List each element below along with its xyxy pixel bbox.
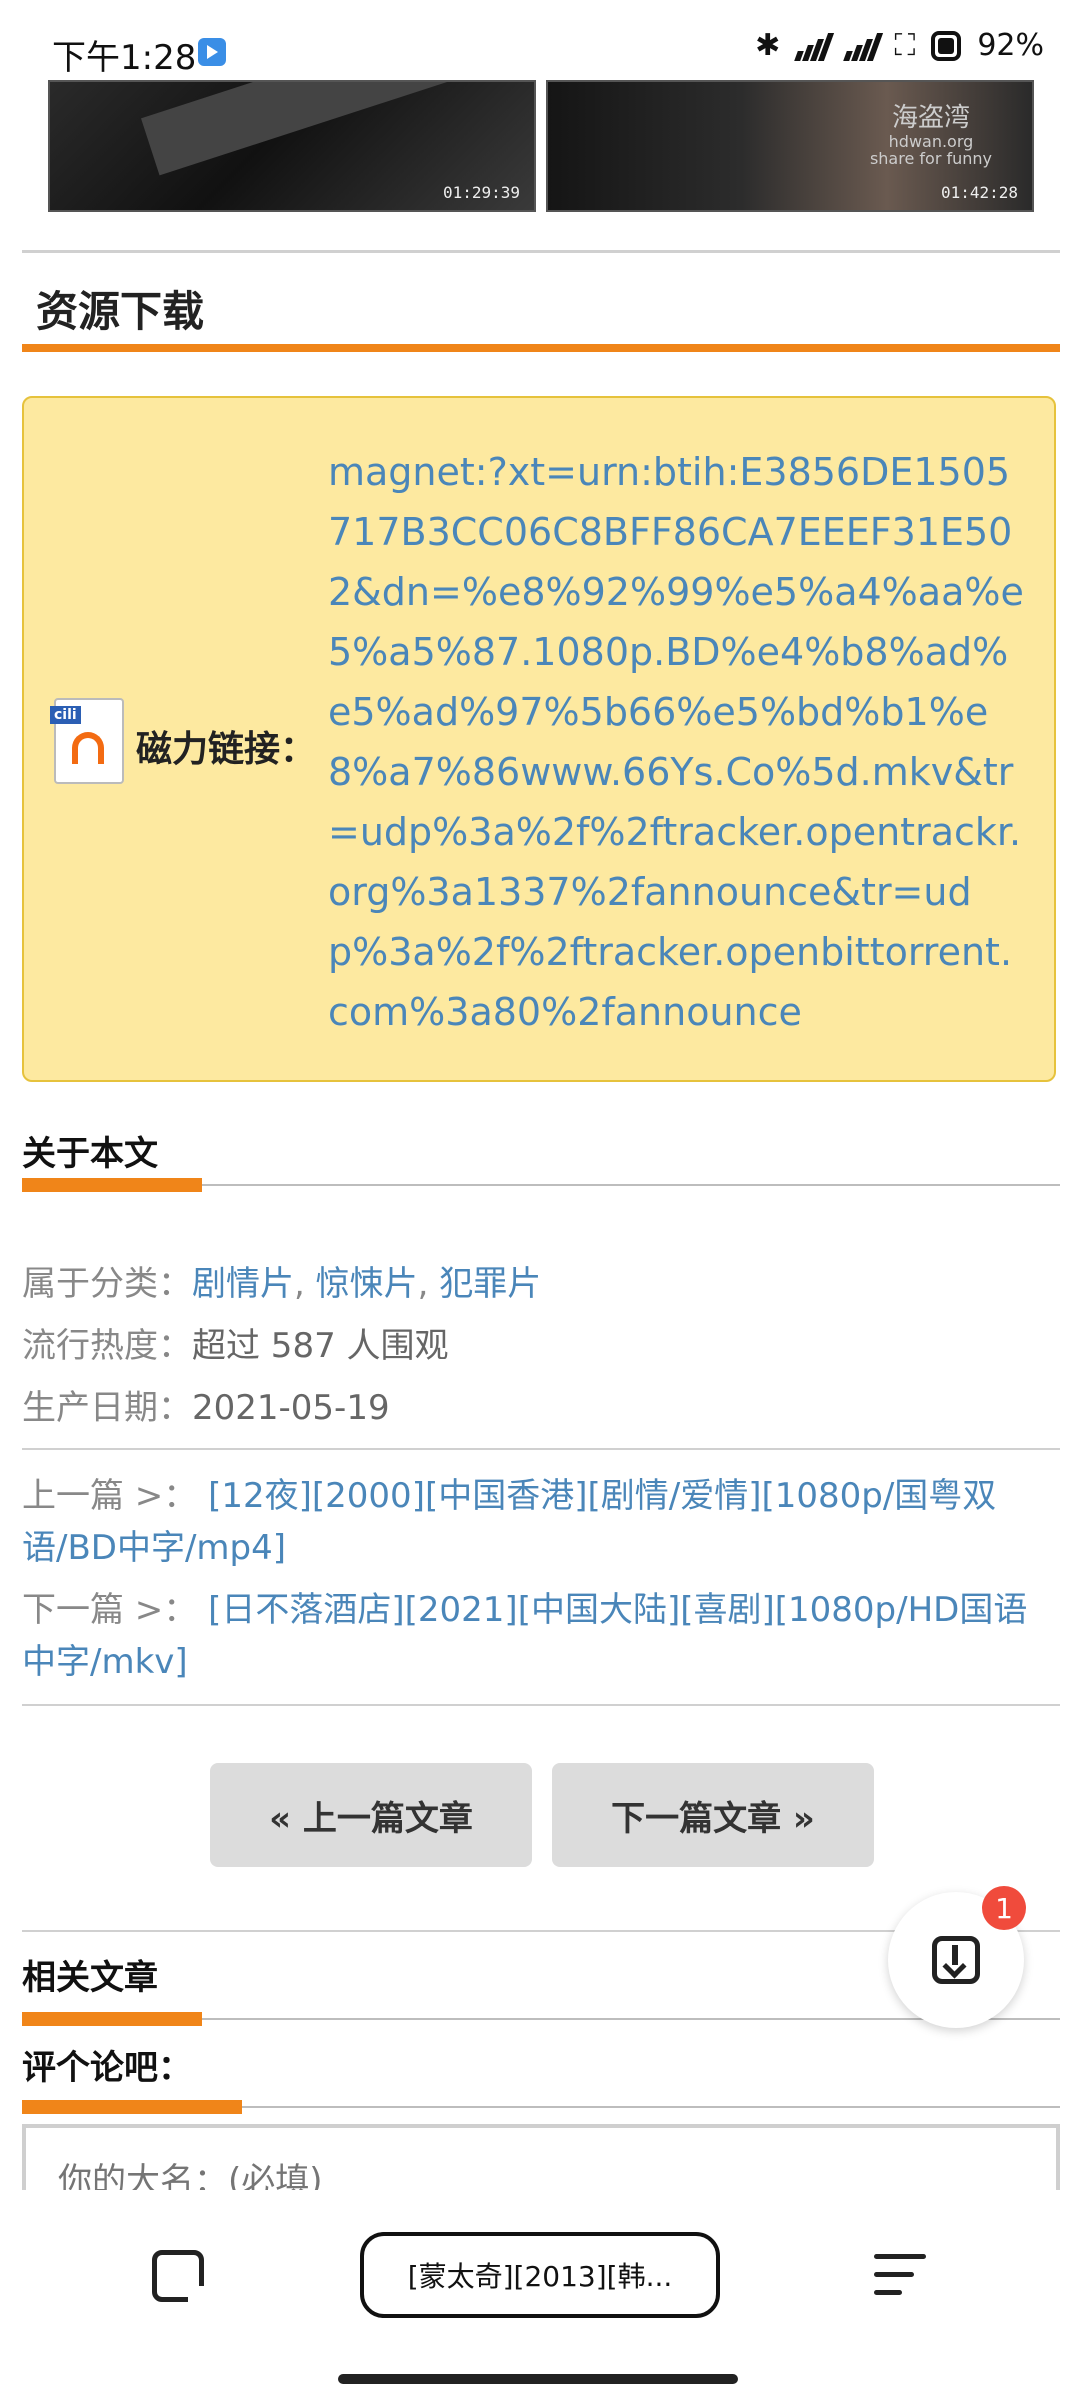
category-link[interactable]: 惊悚片 xyxy=(316,1264,418,1304)
thumbnail-timestamp: 01:29:39 xyxy=(442,183,520,202)
popularity-row: 流行热度：超过 587 人围观 xyxy=(22,1326,449,1366)
category-link[interactable]: 剧情片 xyxy=(192,1264,294,1304)
magnet-box: cili 磁力链接： magnet:?xt=urn:btih:E3856DE15… xyxy=(22,396,1056,1082)
watermark: 海盗湾 hdwan.org share for funny xyxy=(869,103,992,169)
thumbnail-image[interactable]: 海盗湾 hdwan.org share for funny 01:42:28 xyxy=(546,80,1034,212)
next-post-row: 下一篇 >： [日不落酒店][2021][中国大陆][喜剧][1080p/HD国… xyxy=(22,1590,1028,1682)
divider xyxy=(22,1448,1060,1450)
divider xyxy=(22,250,1060,253)
related-underline xyxy=(22,2012,202,2026)
signal-hd-icon xyxy=(794,31,835,61)
battery-icon xyxy=(931,30,962,61)
status-icons: ✱ ⛶ 92% xyxy=(755,28,1044,63)
related-title: 相关文章 xyxy=(22,1958,158,1998)
download-icon xyxy=(932,1936,980,1984)
status-bar: 下午1:28 ✱ ⛶ 92% xyxy=(0,0,1080,80)
download-manager-button[interactable]: 1 xyxy=(888,1886,1026,2028)
comment-title: 评个论吧： xyxy=(22,2048,192,2088)
notification-icon xyxy=(198,38,226,66)
magnet-link[interactable]: magnet:?xt=urn:btih:E3856DE1505717B3CC06… xyxy=(328,442,1028,1042)
thumbnail-timestamp: 01:42:28 xyxy=(940,183,1018,202)
address-bar[interactable]: [蒙太奇][2013][韩... xyxy=(360,2232,720,2318)
next-article-button[interactable]: 下一篇文章 » xyxy=(552,1763,874,1867)
download-count-badge: 1 xyxy=(982,1886,1026,1930)
browser-bottom-bar: [蒙太奇][2013][韩... xyxy=(0,2190,1080,2400)
date-row: 生产日期：2021-05-19 xyxy=(22,1388,390,1428)
magnet-file-icon: cili xyxy=(50,698,124,784)
tabs-icon[interactable] xyxy=(152,2250,204,2302)
screenshot-icon: ⛶ xyxy=(894,28,916,63)
status-time: 下午1:28 xyxy=(52,38,197,78)
category-row: 属于分类：剧情片, 惊悚片, 犯罪片 xyxy=(22,1264,542,1304)
about-underline xyxy=(22,1178,202,1192)
about-title: 关于本文 xyxy=(22,1134,158,1174)
thumbnail-image[interactable]: 01:29:39 xyxy=(48,80,536,212)
signal-hd-icon xyxy=(843,31,884,61)
magnet-label: 磁力链接： xyxy=(136,729,317,770)
bluetooth-icon: ✱ xyxy=(755,28,781,63)
section-underline xyxy=(22,344,1060,352)
prev-article-button[interactable]: « 上一篇文章 xyxy=(210,1763,532,1867)
battery-percent: 92% xyxy=(977,28,1044,63)
divider xyxy=(22,1704,1060,1706)
category-link[interactable]: 犯罪片 xyxy=(439,1264,541,1304)
home-indicator[interactable] xyxy=(338,2374,738,2384)
comment-underline xyxy=(22,2100,242,2114)
section-title: 资源下载 xyxy=(36,287,205,336)
prev-post-row: 上一篇 >： [12夜][2000][中国香港][剧情/爱情][1080p/国粤… xyxy=(22,1476,997,1568)
menu-icon[interactable] xyxy=(874,2254,926,2308)
screenshot-thumbnails: 01:29:39 海盗湾 hdwan.org share for funny 0… xyxy=(48,80,1034,212)
